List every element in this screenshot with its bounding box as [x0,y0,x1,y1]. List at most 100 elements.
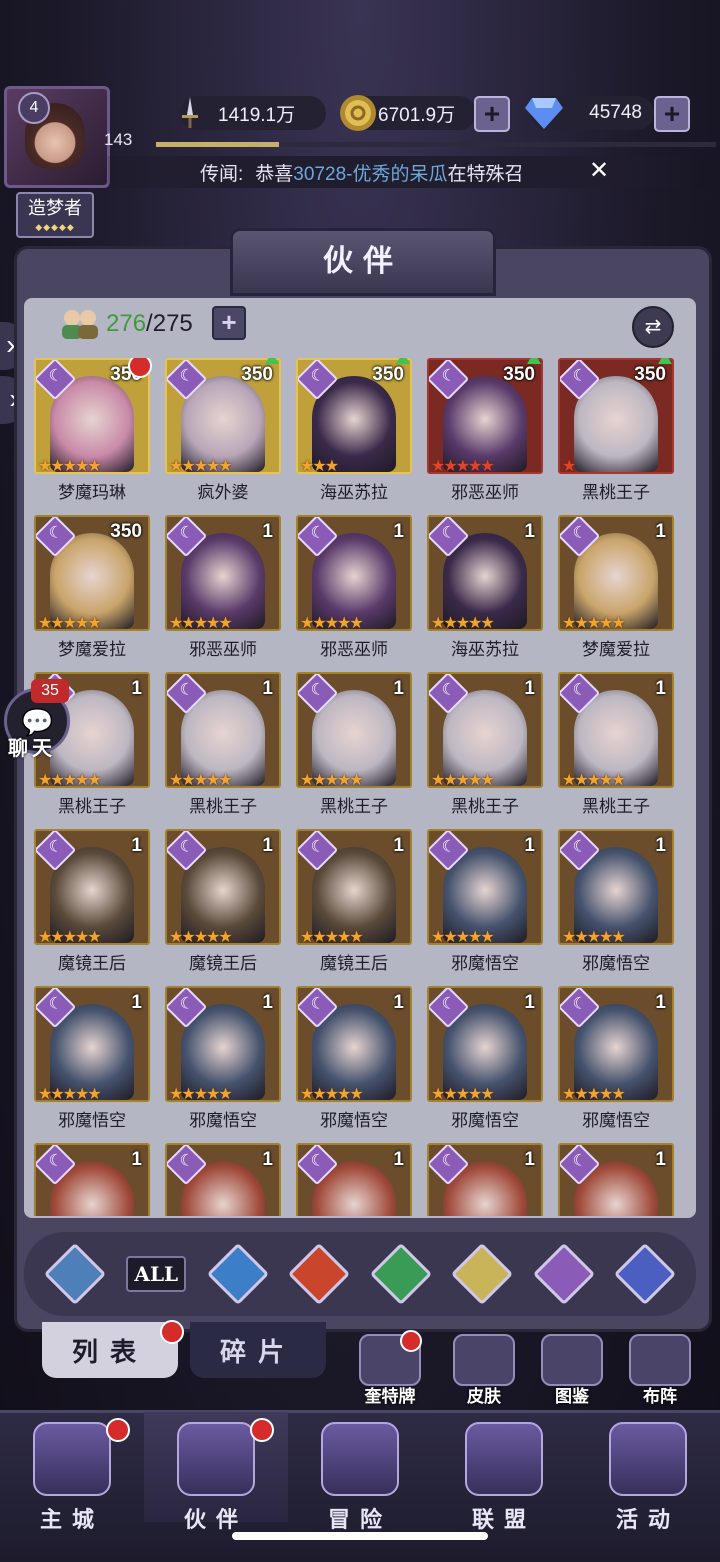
partner-card[interactable]: 1 ★★★★★ 邪魔悟空 [558,986,674,1138]
partner-stars: ★★★★★ [562,615,626,631]
partner-card[interactable]: 350 ★★★ 海巫苏拉 [296,358,412,510]
shield-icon [465,1422,543,1496]
partner-card[interactable]: 1 ★★★★★ 邪魔悟空 [34,986,150,1138]
partner-card[interactable]: 350 ★★★★★ 邪恶巫师 [427,358,543,510]
tab-list[interactable]: 列表 [42,1320,184,1378]
nav-main-city[interactable]: 主城 [0,1412,144,1532]
partner-stars: ★★★★★ [562,1086,626,1102]
partner-frame: 1 ★★★★★ [427,829,543,945]
rumor-suffix: 在特殊召 [447,163,524,185]
partner-card[interactable]: 1 ★★★★★ 黑桃王子 [427,672,543,824]
partner-name: 海巫苏拉 [320,483,388,502]
partner-frame: 1 ★★★★★ [165,829,281,945]
partner-frame: 350 ★★★ [296,358,412,474]
power-value: 1419.1万 [218,104,296,126]
partner-stars: ★★★★★ [431,458,495,474]
partner-card[interactable]: 1 ★★★★★ 海巫苏拉 [427,515,543,667]
notification-dot [400,1330,422,1352]
add-gold-button[interactable]: + [474,96,510,132]
partner-stars: ★★★★★ [38,772,102,788]
filter-light-icon[interactable] [451,1242,514,1306]
partner-stars: ★★★★★ [300,929,364,945]
filter-diamond [451,1242,514,1306]
partner-card[interactable]: 1 ★★★★★ 黑桃王子 [296,672,412,824]
filter-cosmos-icon[interactable] [614,1242,677,1306]
partner-level: 1 [524,1149,535,1170]
partner-card[interactable]: 350★★★★★梦魔玛琳 [34,358,152,510]
partner-card[interactable]: 1 ★★★★★ 邪恶巫师 [165,515,281,667]
partner-name: 黑桃王子 [582,483,650,502]
partner-card[interactable]: 1 [165,1143,281,1216]
partner-name: 黑桃王子 [189,797,257,816]
nav-alliance[interactable]: 联盟 [432,1412,576,1532]
partner-card[interactable]: 1 [558,1143,674,1216]
filter-wind-icon[interactable] [369,1242,432,1306]
partner-name: 邪魔悟空 [320,1111,388,1130]
partner-level: 1 [393,521,404,542]
partner-level: 1 [655,1149,666,1170]
compass-icon [321,1422,399,1496]
partner-card[interactable]: 1 ★★★★★ 邪恶巫师 [296,515,412,667]
partner-frame: 1 ★★★★★ [34,986,150,1102]
nav-adventure[interactable]: 冒险 [288,1412,432,1532]
partner-frame: 1 ★★★★★ [34,829,150,945]
partner-card[interactable]: 1 ★★★★★ 黑桃王子 [558,672,674,824]
partner-stars: ★★★★★ [562,929,626,945]
partner-name: 邪魔悟空 [451,954,519,973]
player-title-badge[interactable]: 造梦者 ◆◆◆◆◆ [16,192,94,238]
close-icon[interactable]: ✕ [586,158,612,184]
partner-card[interactable]: 1 ★★★★★ 梦魔爱拉 [558,515,674,667]
partner-level: 1 [131,678,142,699]
upgrade-arrow-icon [527,358,541,364]
nav-events[interactable]: 活动 [576,1412,720,1532]
partner-card[interactable]: 1 ★★★★★ 魔镜王后 [296,829,412,981]
partner-card[interactable]: 1 ★★★★★ 邪魔悟空 [427,986,543,1138]
filter-fire-icon[interactable] [288,1242,351,1306]
rumor-player-name[interactable]: 30728-优秀的呆瓜 [293,159,447,186]
nav-label: 伙伴 [183,1507,248,1532]
partner-level: 350 [634,364,666,385]
partner-card[interactable]: 1 ★★★★★ 邪魔悟空 [296,986,412,1138]
partner-card[interactable]: 1 ★★★★★ 魔镜王后 [34,829,150,981]
codex-button[interactable]: 图鉴 [534,1334,610,1407]
codex-icon [541,1334,603,1386]
partner-level: 1 [524,835,535,856]
formation-button[interactable]: 布阵 [622,1334,698,1407]
expand-capacity-button[interactable]: + [212,306,246,340]
partner-level: 1 [262,521,273,542]
partner-card[interactable]: 350 ★★★★★ 梦魔爱拉 [34,515,150,667]
tab-fragments[interactable]: 碎片 [190,1322,326,1378]
partner-card[interactable]: 1 ★★★★★ 魔镜王后 [165,829,281,981]
partner-card[interactable]: 1 ★★★★★ 邪魔悟空 [558,829,674,981]
partner-frame: 1 ★★★★★ [427,672,543,788]
partner-level: 1 [393,678,404,699]
partner-stars: ★★★★★ [300,615,364,631]
partner-card[interactable]: 350 ★ 黑桃王子 [558,358,674,510]
partner-card[interactable]: 350 ★★★★★ 疯外婆 [165,358,281,510]
filter-moon-icon[interactable] [532,1242,595,1306]
partner-stars: ★★★★★ [38,615,102,631]
filter-all[interactable]: ALL [126,1246,187,1302]
partner-frame: 1 ★★★★★ [558,829,674,945]
partner-level: 350 [372,364,404,385]
player-level-badge: 4 [18,92,50,124]
sort-swap-button[interactable]: ⇄ [632,306,674,348]
partner-frame: 1 ★★★★★ [558,515,674,631]
partner-card[interactable]: 1 [296,1143,412,1216]
filter-ascend-icon[interactable] [43,1242,106,1306]
partner-count-current: 276 [106,310,147,337]
partner-stars: ★★★★★ [562,772,626,788]
add-diamond-button[interactable]: + [654,96,690,132]
partner-name: 邪魔悟空 [451,1111,519,1130]
partner-card[interactable]: 1 ★★★★★ 邪魔悟空 [427,829,543,981]
filter-water-icon[interactable] [206,1242,269,1306]
partner-stars: ★★★★★ [300,772,364,788]
partner-card[interactable]: 1 ★★★★★ 邪魔悟空 [165,986,281,1138]
partner-card[interactable]: 1 [34,1143,150,1216]
skins-button[interactable]: 皮肤 [446,1334,522,1407]
partner-card[interactable]: 1 ★★★★★ 黑桃王子 [165,672,281,824]
partner-card[interactable]: 1 [427,1143,543,1216]
partner-name: 邪魔悟空 [189,1111,257,1130]
nav-partners[interactable]: 伙伴 [144,1412,288,1532]
quest-cards-button[interactable]: 奎特牌 [352,1330,428,1407]
